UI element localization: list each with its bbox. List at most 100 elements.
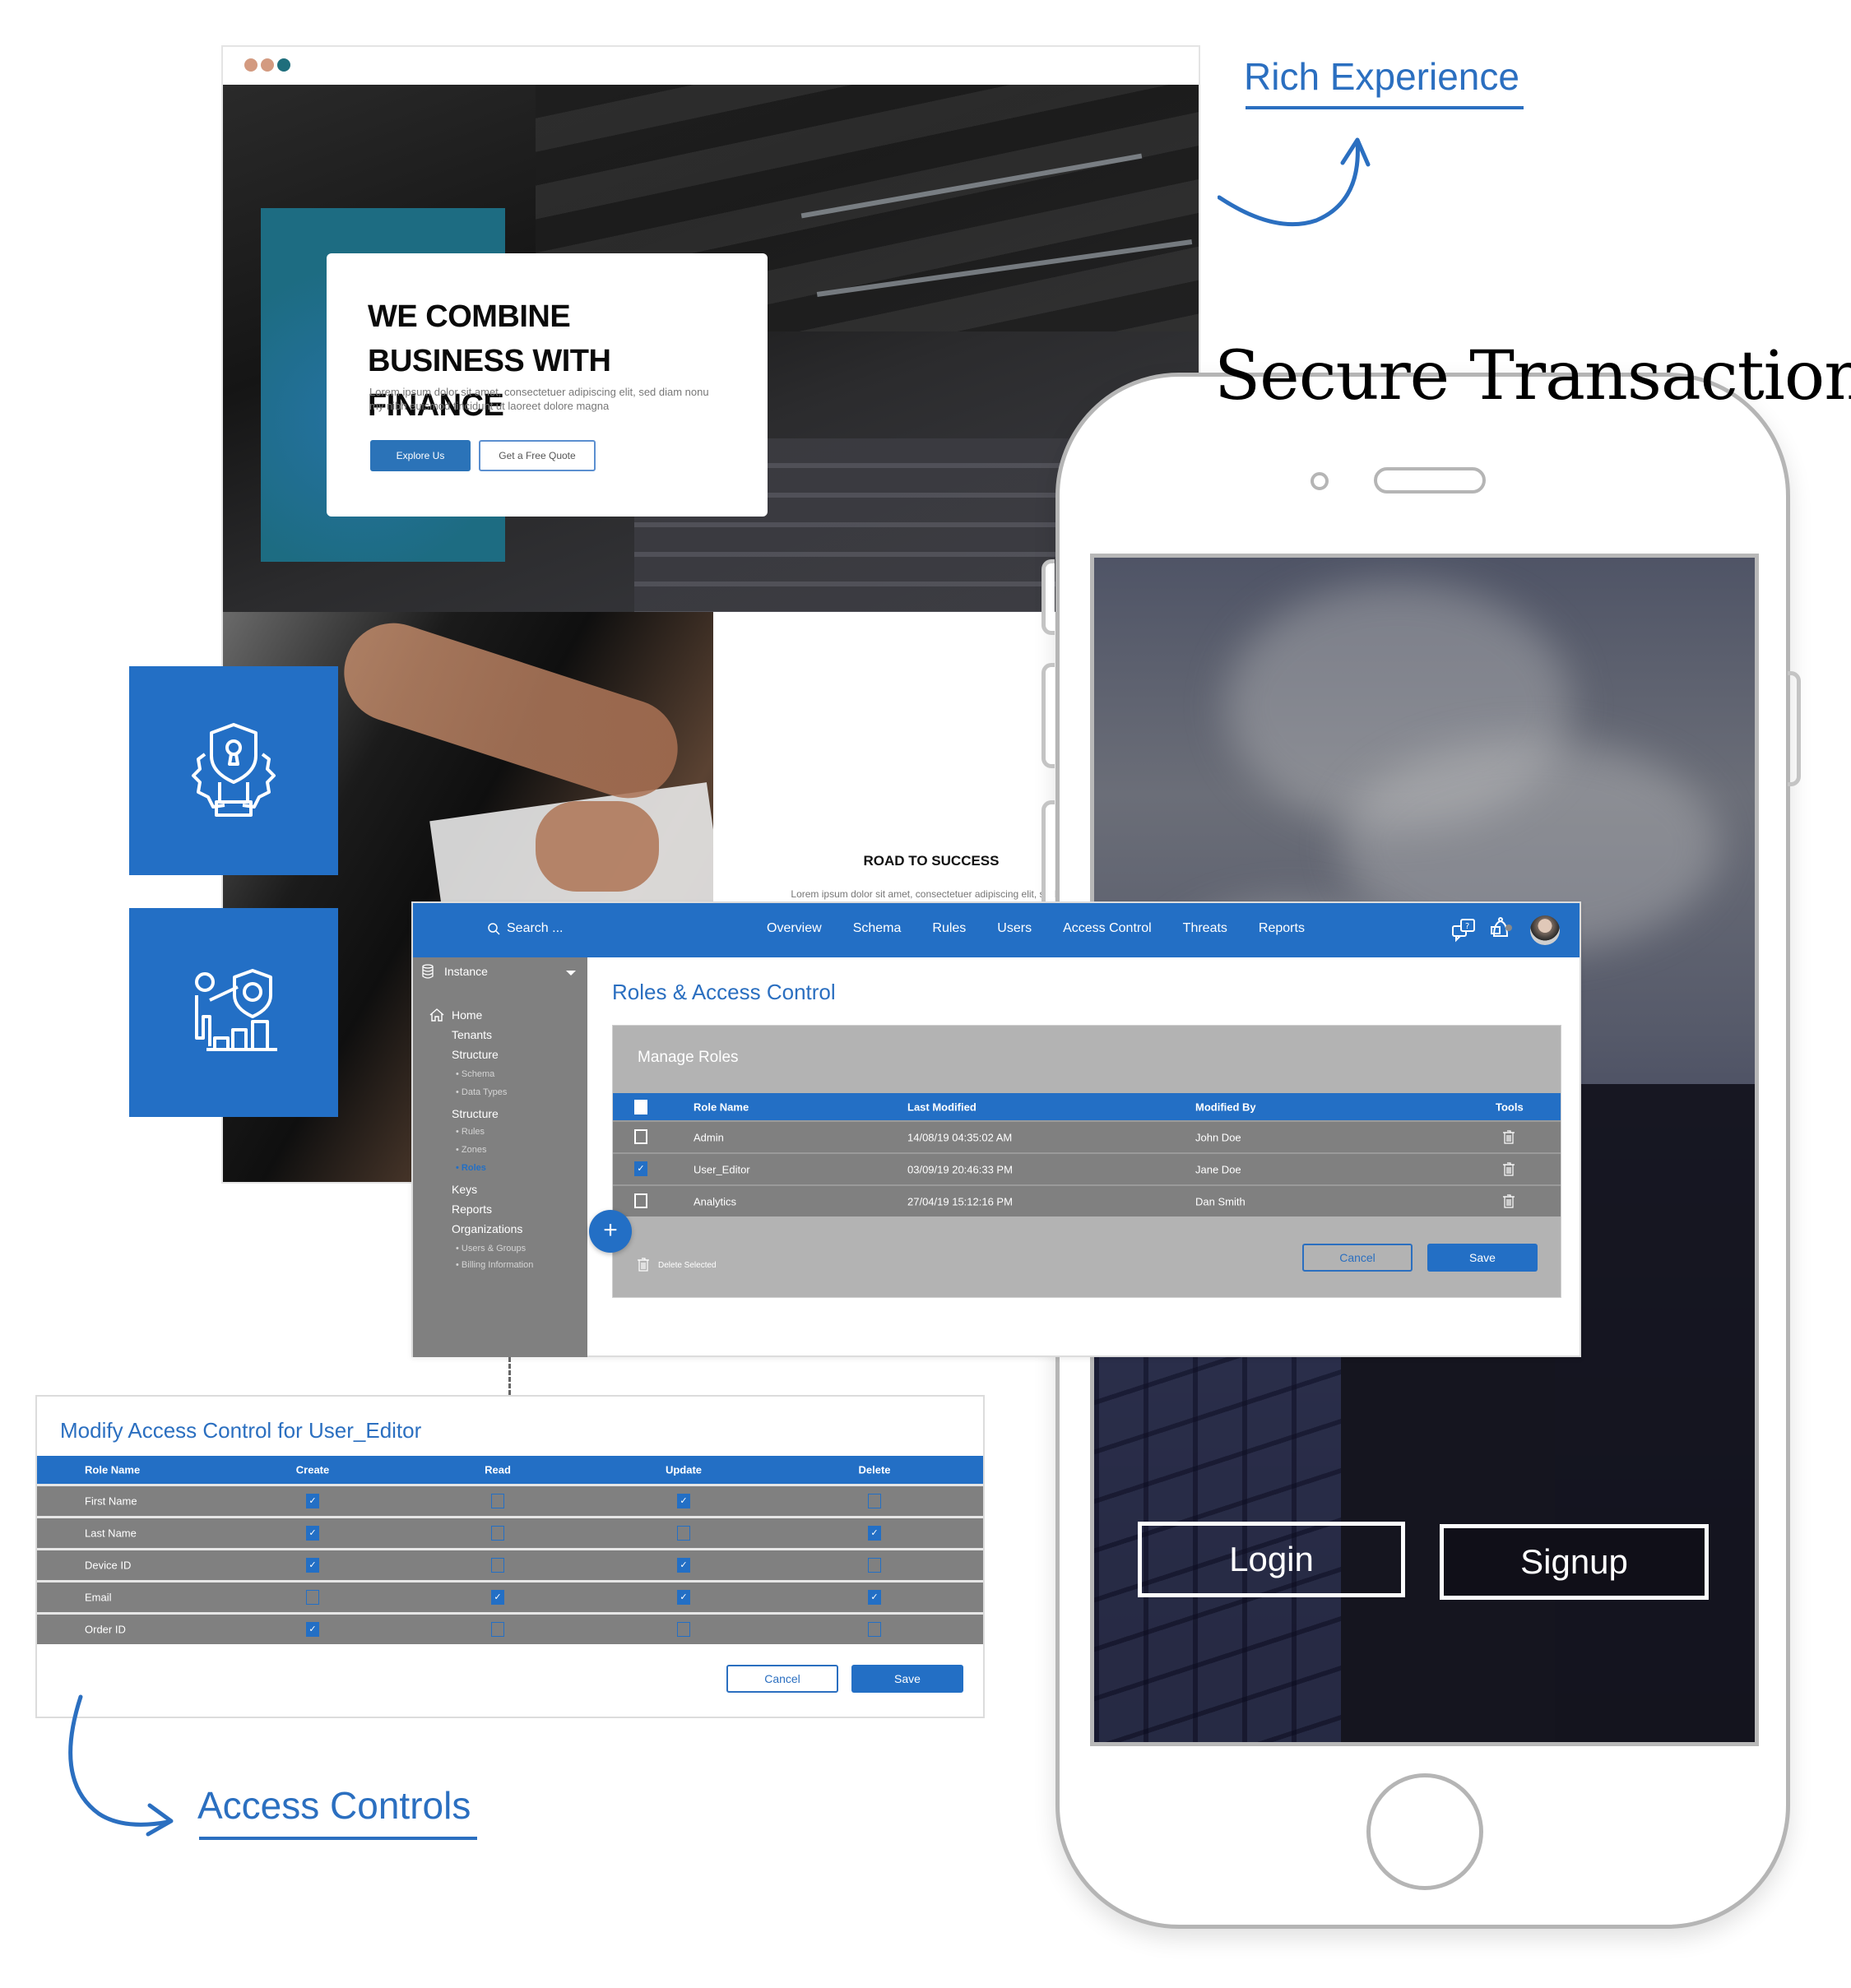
chevron-down-icon[interactable]	[566, 971, 576, 975]
search-input[interactable]: Search ...	[507, 921, 563, 936]
create-permission-checkbox[interactable]: ✓	[306, 1558, 319, 1573]
read-permission-checkbox[interactable]	[491, 1494, 504, 1508]
update-permission-checkbox[interactable]: ✓	[677, 1558, 690, 1573]
table-row[interactable]: Analytics 27/04/19 15:12:16 PM Dan Smith	[613, 1184, 1561, 1216]
sidebar-item-zones[interactable]: • Zones	[456, 1145, 486, 1155]
instance-selector[interactable]: Instance	[421, 964, 488, 979]
create-permission-checkbox[interactable]: ✓	[306, 1622, 319, 1637]
col-update: Update	[665, 1463, 703, 1476]
add-role-button[interactable]: +	[589, 1210, 632, 1253]
delete-permission-checkbox[interactable]: ✓	[868, 1590, 881, 1605]
table-row[interactable]: Admin 14/08/19 04:35:02 AM John Doe	[613, 1120, 1561, 1152]
window-dot-minimize[interactable]	[261, 58, 274, 72]
hero-section: WE COMBINE BUSINESS WITH FINANCE Lorem i…	[223, 85, 1199, 612]
sidebar-item-tenants[interactable]: Tenants	[452, 1028, 492, 1041]
search-box[interactable]: Search ...	[487, 921, 563, 936]
update-permission-checkbox[interactable]: ✓	[677, 1590, 690, 1605]
access-control-title: Modify Access Control for User_Editor	[60, 1418, 422, 1443]
modified-by-cell: John Doe	[1195, 1131, 1241, 1143]
compliance-feature-tile	[129, 908, 338, 1117]
user-avatar[interactable]	[1530, 915, 1560, 945]
trash-icon[interactable]	[1503, 1129, 1515, 1144]
home-icon	[429, 1008, 444, 1022]
read-permission-checkbox[interactable]	[491, 1526, 504, 1541]
last-modified-cell: 03/09/19 20:46:33 PM	[907, 1163, 1013, 1175]
modified-by-cell: Dan Smith	[1195, 1195, 1246, 1207]
col-role-name: Role Name	[694, 1101, 749, 1113]
trash-icon[interactable]	[638, 1257, 649, 1272]
sidebar-item-keys[interactable]: Keys	[452, 1183, 477, 1196]
explore-us-button[interactable]: Explore Us	[370, 440, 471, 471]
sidebar-item-schema[interactable]: • Schema	[456, 1069, 494, 1079]
save-button[interactable]: Save	[1427, 1244, 1538, 1272]
sidebar-item-rules[interactable]: • Rules	[456, 1127, 485, 1137]
read-permission-checkbox[interactable]	[491, 1622, 504, 1637]
phone-volume-up	[1041, 663, 1055, 768]
sidebar-item-data-types[interactable]: • Data Types	[456, 1087, 507, 1097]
delete-permission-checkbox[interactable]	[868, 1494, 881, 1508]
window-dot-close[interactable]	[244, 58, 257, 72]
nav-links: Overview Schema Rules Users Access Contr…	[767, 921, 1305, 936]
sidebar-item-home[interactable]: Home	[452, 1008, 482, 1022]
row-checkbox[interactable]	[634, 1193, 647, 1208]
sidebar-item-structure[interactable]: Structure	[452, 1048, 499, 1061]
create-permission-checkbox[interactable]: ✓	[306, 1526, 319, 1541]
secure-transactions-label: Secure Transactions	[1214, 337, 1851, 415]
access-controls-label: Access Controls	[197, 1784, 471, 1827]
access-table-header: Role Name Create Read Update Delete	[37, 1456, 983, 1484]
nav-reports[interactable]: Reports	[1259, 921, 1305, 936]
last-modified-cell: 14/08/19 04:35:02 AM	[907, 1131, 1013, 1143]
nav-access-control[interactable]: Access Control	[1063, 921, 1152, 936]
delete-permission-checkbox[interactable]	[868, 1558, 881, 1573]
curved-arrow-up-icon	[1218, 137, 1371, 227]
role-name-cell: Admin	[694, 1131, 724, 1143]
manage-roles-panel: Manage Roles Role Name Last Modified Mod…	[612, 1025, 1561, 1298]
delete-permission-checkbox[interactable]: ✓	[868, 1526, 881, 1541]
update-permission-checkbox[interactable]	[677, 1526, 690, 1541]
update-permission-checkbox[interactable]: ✓	[677, 1494, 690, 1508]
search-icon	[488, 923, 500, 935]
home-button[interactable]	[1366, 1773, 1483, 1890]
row-checkbox[interactable]	[634, 1129, 647, 1144]
nav-rules[interactable]: Rules	[932, 921, 966, 936]
trash-icon[interactable]	[1503, 1193, 1515, 1208]
signup-button[interactable]: Signup	[1440, 1524, 1709, 1600]
field-name-cell: Device ID	[85, 1559, 132, 1572]
read-permission-checkbox[interactable]: ✓	[491, 1590, 504, 1605]
nav-overview[interactable]: Overview	[767, 921, 822, 936]
delete-selected-link[interactable]: Delete Selected	[658, 1261, 717, 1270]
writing-hand	[536, 801, 659, 892]
window-dot-maximize[interactable]	[277, 58, 290, 72]
top-nav-bar: Search ... Overview Schema Rules Users A…	[413, 903, 1580, 957]
sidebar-item-users-groups[interactable]: • Users & Groups	[456, 1244, 526, 1254]
update-permission-checkbox[interactable]	[677, 1622, 690, 1637]
free-quote-button[interactable]: Get a Free Quote	[479, 440, 596, 471]
nav-schema[interactable]: Schema	[853, 921, 902, 936]
table-row[interactable]: ✓ User_Editor 03/09/19 20:46:33 PM Jane Doe	[613, 1152, 1561, 1184]
sidebar-item-roles[interactable]: • Roles	[456, 1163, 486, 1173]
access-cancel-button[interactable]: Cancel	[726, 1665, 838, 1693]
sidebar-item-organizations[interactable]: Organizations	[452, 1222, 522, 1235]
delete-permission-checkbox[interactable]	[868, 1622, 881, 1637]
cancel-button[interactable]: Cancel	[1302, 1244, 1413, 1272]
access-controls-underline	[199, 1837, 477, 1840]
sidebar-item-reports[interactable]: Reports	[452, 1203, 492, 1216]
sidebar-item-structure[interactable]: Structure	[452, 1107, 499, 1120]
nav-users[interactable]: Users	[997, 921, 1032, 936]
col-tools: Tools	[1496, 1101, 1524, 1113]
phone-power-button	[1788, 671, 1801, 786]
create-permission-checkbox[interactable]: ✓	[306, 1494, 319, 1508]
read-permission-checkbox[interactable]	[491, 1558, 504, 1573]
notification-bell-icon[interactable]	[1487, 916, 1514, 943]
trash-icon[interactable]	[1503, 1161, 1515, 1176]
nav-threats[interactable]: Threats	[1183, 921, 1227, 936]
login-button[interactable]: Login	[1138, 1522, 1405, 1597]
sidebar-item-billing-information[interactable]: • Billing Information	[456, 1260, 533, 1270]
modify-access-control-panel: Modify Access Control for User_Editor Ro…	[35, 1395, 985, 1718]
help-chat-icon[interactable]: ?	[1451, 918, 1478, 943]
row-checkbox[interactable]: ✓	[634, 1161, 647, 1176]
access-save-button[interactable]: Save	[851, 1665, 963, 1693]
security-feature-tile	[129, 666, 338, 875]
select-all-checkbox[interactable]	[634, 1100, 647, 1114]
create-permission-checkbox[interactable]	[306, 1590, 319, 1605]
